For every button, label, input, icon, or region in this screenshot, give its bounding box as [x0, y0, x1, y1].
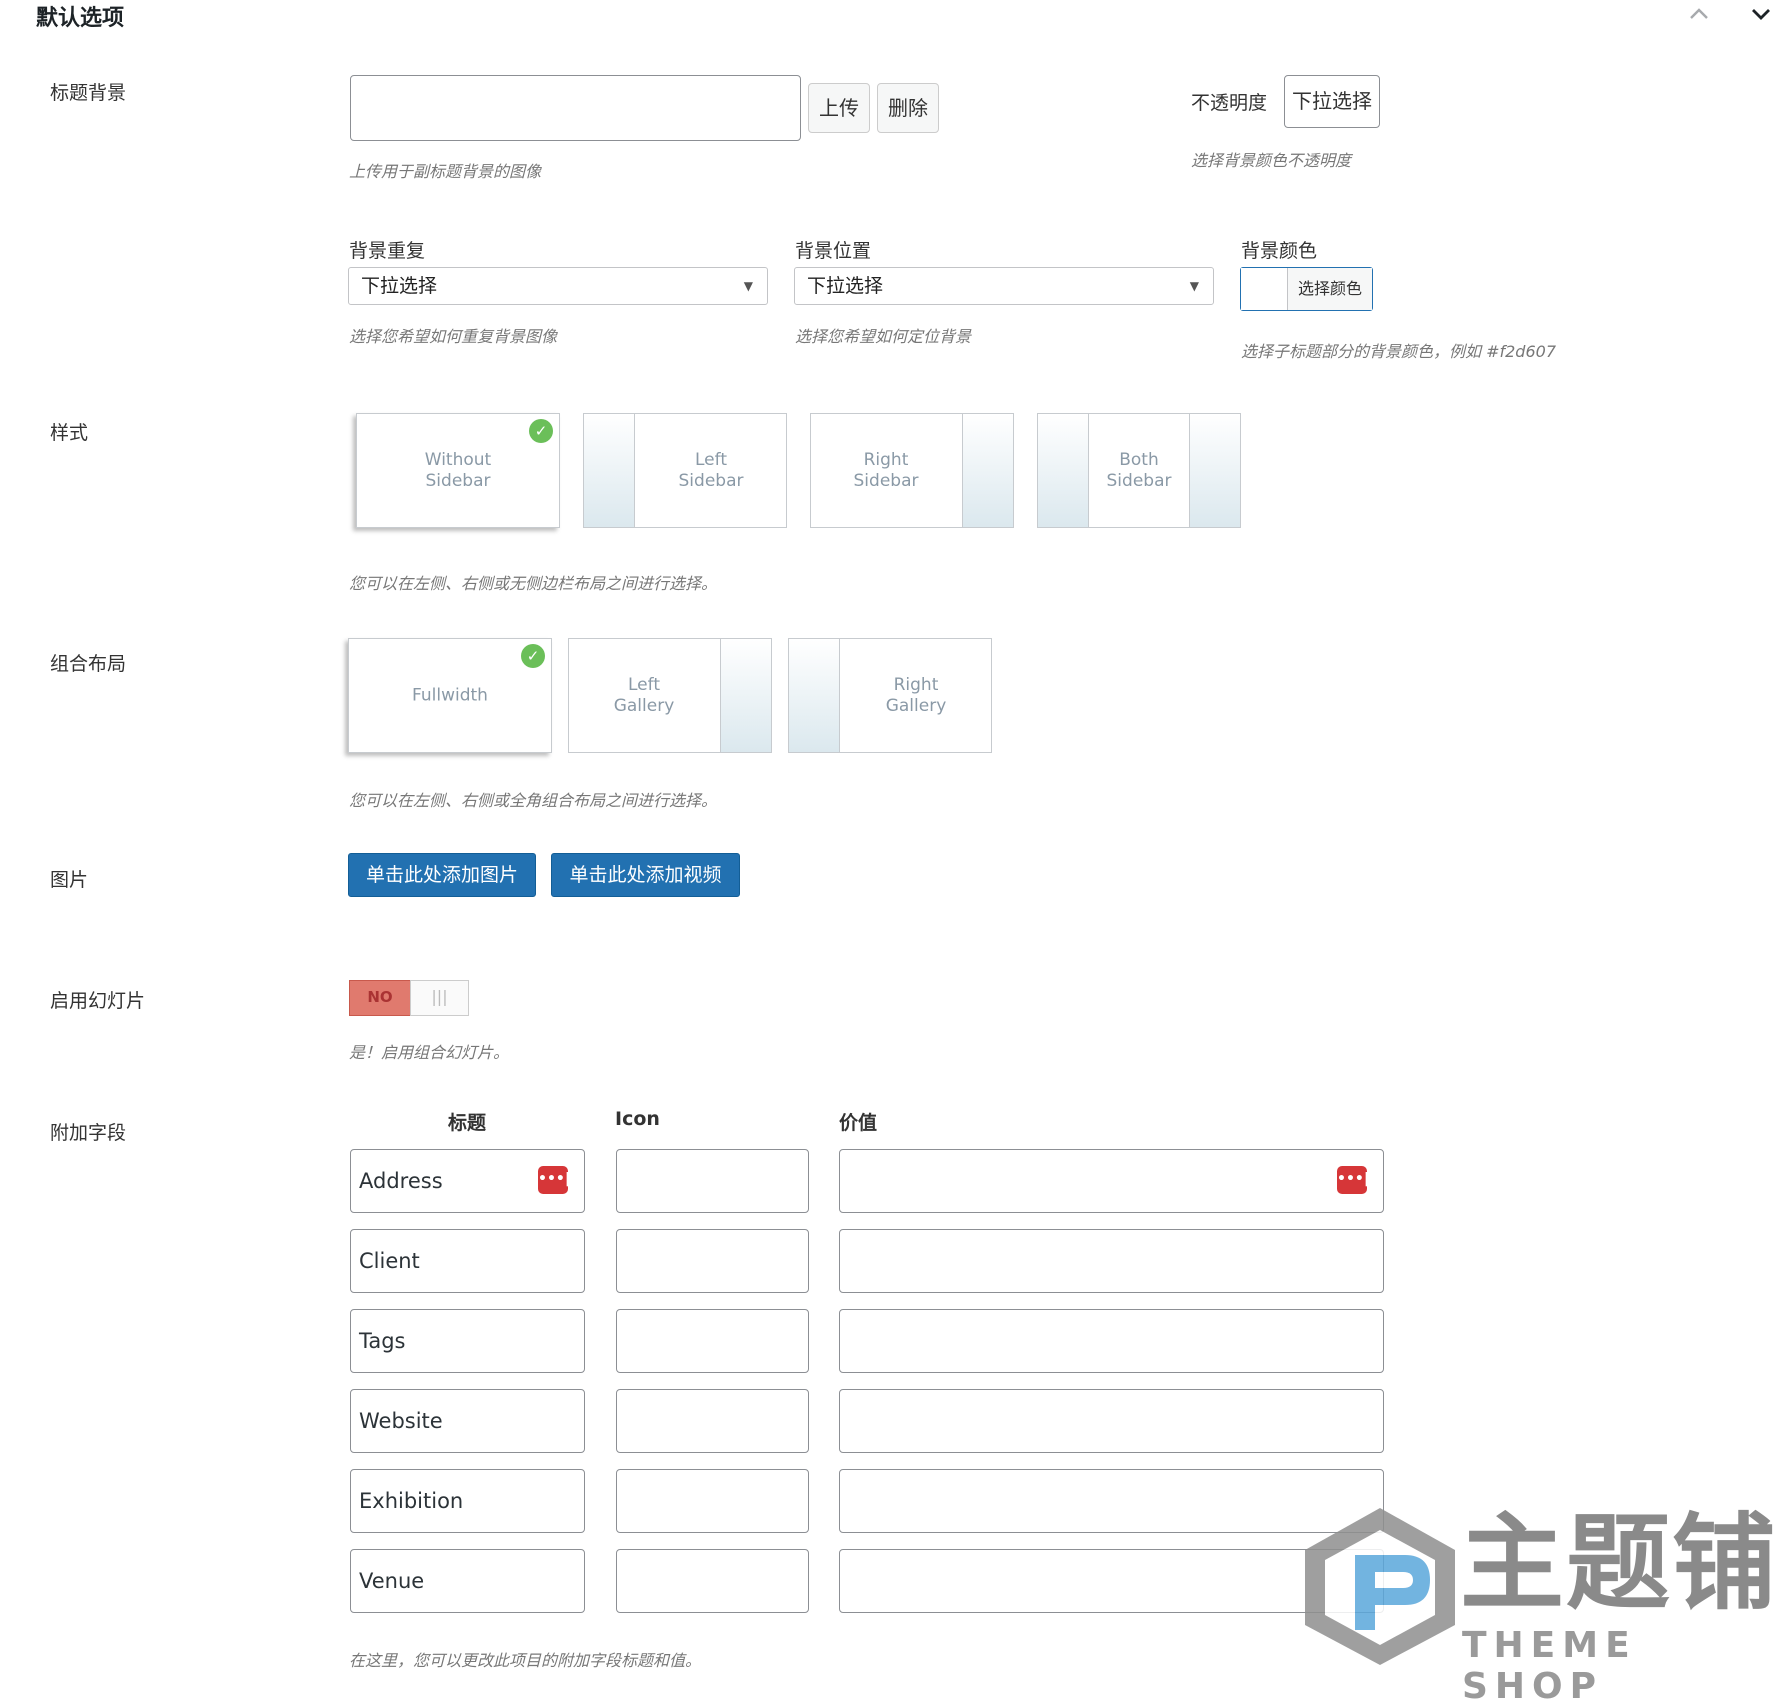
add-image-button[interactable]: 单击此处添加图片: [348, 853, 536, 897]
gallery-strip: [788, 639, 840, 752]
style-option-left-sidebar[interactable]: Left Sidebar: [583, 413, 787, 528]
sidebar-strip: [583, 414, 635, 527]
style-hint: 您可以在左侧、右侧或无侧边栏布局之间进行选择。: [349, 574, 718, 593]
opacity-select[interactable]: 下拉选择: [1284, 75, 1380, 128]
more-dots-icon[interactable]: •••|: [538, 1166, 570, 1194]
style-option-label: Both Sidebar: [1106, 449, 1172, 491]
title-bg-url-input[interactable]: [350, 75, 801, 141]
style-option-without-sidebar[interactable]: Without Sidebar ✓: [356, 413, 560, 528]
images-label: 图片: [50, 869, 89, 891]
bg-color-label: 背景颜色: [1241, 240, 1318, 262]
toggle-handle[interactable]: |||: [410, 980, 469, 1016]
slideshow-hint: 是！启用组合幻灯片。: [349, 1043, 510, 1062]
bg-repeat-value: 下拉选择: [361, 275, 438, 297]
extra-field-icon-input[interactable]: [616, 1309, 809, 1373]
bg-position-hint: 选择您希望如何定位背景: [795, 327, 972, 346]
sidebar-strip: [1189, 414, 1241, 527]
bg-repeat-hint: 选择您希望如何重复背景图像: [349, 327, 558, 346]
layout-option-right-gallery[interactable]: Right Gallery: [788, 638, 992, 753]
caret-down-icon: ▼: [743, 279, 753, 293]
col-head-value: 价值: [839, 1112, 878, 1134]
caret-down-icon: ▼: [1189, 279, 1199, 293]
check-icon: ✓: [529, 419, 553, 443]
select-color-button[interactable]: 选择颜色: [1288, 268, 1372, 310]
layout-label: 组合布局: [50, 653, 127, 675]
col-head-icon: Icon: [615, 1108, 660, 1130]
extra-field-title-input[interactable]: Website: [350, 1389, 585, 1453]
extra-field-title-input[interactable]: Exhibition: [350, 1469, 585, 1533]
extra-fields-label: 附加字段: [50, 1122, 127, 1144]
color-swatch[interactable]: [1241, 268, 1288, 310]
layout-option-label: Left Gallery: [613, 674, 675, 716]
title-bg-label: 标题背景: [50, 82, 127, 104]
style-option-both-sidebar[interactable]: Both Sidebar: [1037, 413, 1241, 528]
bg-position-select[interactable]: 下拉选择 ▼: [794, 267, 1214, 305]
extra-field-icon-input[interactable]: [616, 1149, 809, 1213]
style-option-label: Without Sidebar: [424, 449, 492, 491]
opacity-hint: 选择背景颜色不透明度: [1191, 151, 1352, 170]
extra-field-title-input[interactable]: Client: [350, 1229, 585, 1293]
sidebar-strip: [962, 414, 1014, 527]
bg-color-hint: 选择子标题部分的背景颜色，例如 #f2d607: [1241, 342, 1557, 361]
chevron-down-icon[interactable]: [1746, 2, 1776, 32]
sidebar-strip: [1037, 414, 1089, 527]
watermark-logo-icon: [1295, 1500, 1465, 1670]
layout-option-label: Fullwidth: [412, 685, 488, 705]
color-picker[interactable]: 选择颜色: [1240, 267, 1373, 311]
style-label: 样式: [50, 422, 89, 444]
extra-field-title-input[interactable]: Venue: [350, 1549, 585, 1613]
upload-button[interactable]: 上传: [808, 83, 870, 133]
style-option-label: Right Sidebar: [853, 449, 919, 491]
watermark-cn: 主题铺: [1460, 1502, 1779, 1624]
col-head-title: 标题: [448, 1112, 487, 1134]
layout-option-fullwidth[interactable]: Fullwidth ✓: [348, 638, 552, 753]
gallery-strip: [720, 639, 772, 752]
extra-field-value-input[interactable]: [839, 1229, 1384, 1293]
delete-button[interactable]: 删除: [877, 83, 939, 133]
bg-repeat-select[interactable]: 下拉选择 ▼: [348, 267, 768, 305]
style-option-label: Left Sidebar: [678, 449, 744, 491]
slideshow-label: 启用幻灯片: [50, 990, 146, 1012]
extra-field-value-input[interactable]: [839, 1149, 1384, 1213]
more-dots-icon[interactable]: •••|: [1337, 1166, 1369, 1194]
style-option-right-sidebar[interactable]: Right Sidebar: [810, 413, 1014, 528]
slideshow-toggle[interactable]: NO |||: [349, 980, 469, 1016]
panel-title: 默认选项: [36, 6, 125, 31]
extra-field-icon-input[interactable]: [616, 1469, 809, 1533]
opacity-label: 不透明度: [1191, 92, 1268, 114]
extra-field-icon-input[interactable]: [616, 1229, 809, 1293]
extra-field-icon-input[interactable]: [616, 1549, 809, 1613]
title-bg-hint: 上传用于副标题背景的图像: [349, 162, 542, 181]
bg-position-label: 背景位置: [795, 240, 872, 262]
layout-hint: 您可以在左侧、右侧或全角组合布局之间进行选择。: [349, 791, 718, 810]
toggle-no-state: NO: [349, 980, 411, 1016]
watermark-text: 主题铺: [1460, 1508, 1778, 1618]
add-video-button[interactable]: 单击此处添加视频: [551, 853, 740, 897]
extra-field-title-input[interactable]: Tags: [350, 1309, 585, 1373]
layout-option-left-gallery[interactable]: Left Gallery: [568, 638, 772, 753]
bg-position-value: 下拉选择: [807, 275, 884, 297]
layout-option-label: Right Gallery: [885, 674, 947, 716]
extra-field-icon-input[interactable]: [616, 1389, 809, 1453]
extra-fields-hint: 在这里，您可以更改此项目的附加字段标题和值。: [349, 1651, 702, 1670]
extra-field-value-input[interactable]: [839, 1309, 1384, 1373]
check-icon: ✓: [521, 644, 545, 668]
watermark-en: THEME SHOP: [1462, 1625, 1637, 1707]
chevron-up-icon[interactable]: [1684, 2, 1714, 32]
bg-repeat-label: 背景重复: [349, 240, 426, 262]
extra-field-value-input[interactable]: [839, 1389, 1384, 1453]
